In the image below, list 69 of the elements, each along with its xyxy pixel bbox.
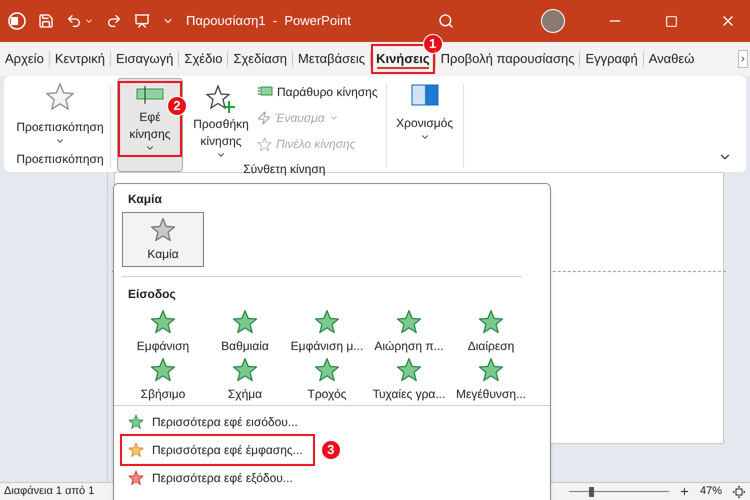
- star-icon: [478, 309, 504, 335]
- effect-tile[interactable]: Καμία: [122, 212, 204, 267]
- timing-icon: [410, 84, 439, 106]
- star-icon: [150, 216, 176, 242]
- slide-counter: Διαφάνεια 1 από 1: [4, 484, 94, 500]
- effect-tile[interactable]: Τροχός: [286, 355, 368, 401]
- effect-tile[interactable]: Εμφάνιση: [122, 307, 204, 353]
- star-icon: [396, 309, 422, 335]
- star-icon: [478, 357, 504, 383]
- ribbon-tab[interactable]: Εγγραφή: [580, 44, 643, 74]
- zoom-percent[interactable]: 47%: [700, 483, 722, 500]
- fit-to-window-icon[interactable]: [732, 484, 746, 498]
- effect-tile[interactable]: Σβήσιμο: [122, 355, 204, 401]
- add-animation-button[interactable]: Προσθήκη κίνησης: [191, 80, 251, 160]
- group-label: Σύνθετη κίνηση: [243, 161, 326, 178]
- ribbon-tab[interactable]: Κεντρική: [50, 44, 110, 74]
- callout-number: 3: [320, 440, 341, 460]
- star-icon: [44, 82, 75, 112]
- window-title: Παρουσίαση1 - PowerPoint: [186, 12, 351, 30]
- ribbon-tab[interactable]: Σχέδιο: [179, 44, 228, 74]
- zoom-in-icon[interactable]: [678, 486, 690, 497]
- preview-button[interactable]: Προεπισκόπηση: [16, 80, 104, 146]
- search-icon[interactable]: [438, 13, 454, 29]
- star-icon: [150, 357, 176, 383]
- star-brush-icon: [257, 136, 272, 152]
- star-icon: [314, 309, 340, 335]
- lightning-icon: [257, 111, 271, 125]
- save-icon[interactable]: [38, 13, 54, 29]
- ribbon-tab[interactable]: Αναθεώ: [644, 44, 700, 74]
- star-icon: [128, 470, 144, 486]
- effect-tile[interactable]: Σχήμα: [204, 355, 286, 401]
- chevron-right-icon: [739, 55, 747, 63]
- section-heading: Καμία: [127, 191, 163, 208]
- star-plus-icon: [205, 84, 237, 114]
- scroll-right-button[interactable]: [738, 50, 748, 68]
- undo-icon[interactable]: [66, 13, 82, 29]
- star-icon: [232, 357, 258, 383]
- menu-item[interactable]: Περισσότερα εφέ εξόδου...: [122, 464, 299, 492]
- effect-bar-icon: [135, 85, 165, 105]
- ribbon-tab[interactable]: Αρχείο: [0, 44, 49, 74]
- effect-tile[interactable]: Βαθμιαία: [204, 307, 286, 353]
- zoom-thumb[interactable]: [588, 486, 594, 496]
- effect-tile[interactable]: Αιώρηση π...: [368, 307, 450, 353]
- star-icon: [232, 309, 258, 335]
- star-icon: [396, 357, 422, 383]
- effect-tile[interactable]: Διαίρεση: [450, 307, 532, 353]
- effect-tile[interactable]: Μεγέθυνση...: [450, 355, 532, 401]
- star-icon: [150, 309, 176, 335]
- menu-item[interactable]: Περισσότερα εφέ έμφασης...: [122, 436, 313, 464]
- ribbon-tab[interactable]: Μεταβάσεις: [293, 44, 370, 74]
- effect-tile[interactable]: Τυχαίες γρα...: [368, 355, 450, 401]
- star-icon: [314, 357, 340, 383]
- star-icon: [128, 442, 144, 458]
- pane-icon: [257, 86, 273, 98]
- ribbon-tab[interactable]: Σχεδίαση: [228, 44, 292, 74]
- ribbon-small-button[interactable]: Παράθυρο κίνησης: [257, 82, 378, 102]
- group-label: Προεπισκόπηση: [16, 151, 104, 168]
- star-icon: [128, 414, 144, 430]
- section-heading: Είσοδος: [127, 286, 177, 303]
- redo-icon[interactable]: [106, 13, 122, 29]
- maximize-icon[interactable]: [665, 14, 678, 28]
- effect-tile[interactable]: Εμφάνιση μ...: [286, 307, 368, 353]
- zoom-slider[interactable]: [568, 486, 669, 496]
- avatar[interactable]: [541, 9, 565, 33]
- app-logo-icon: [8, 12, 26, 30]
- timing-button[interactable]: Χρονισμός: [386, 80, 463, 142]
- ribbon-tab[interactable]: Εισαγωγή: [110, 44, 178, 74]
- presentation-icon[interactable]: [134, 13, 150, 29]
- menu-item[interactable]: Περισσότερα εφέ εισόδου...: [122, 408, 304, 436]
